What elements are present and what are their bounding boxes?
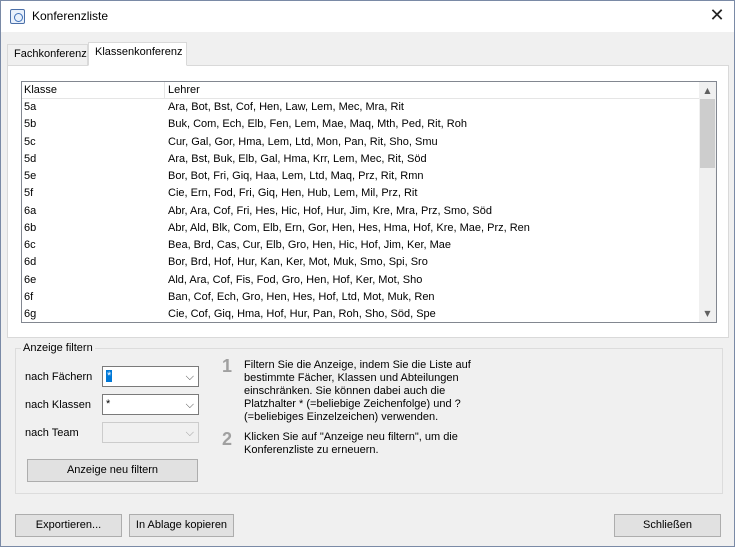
cell-lehrer: Bea, Brd, Cas, Cur, Elb, Gro, Hen, Hic, … [168, 239, 452, 251]
cell-lehrer: Cie, Ern, Fod, Fri, Giq, Hen, Hub, Lem, … [168, 187, 418, 200]
cell-lehrer: Buk, Com, Ech, Elb, Fen, Lem, Mae, Maq, … [168, 118, 467, 131]
window-title: Konferenzliste [32, 9, 109, 23]
cell-lehrer: Bor, Bot, Fri, Giq, Haa, Lem, Ltd, Maq, … [168, 170, 424, 182]
cell-lehrer: Ara, Bot, Bst, Cof, Hen, Law, Lem, Mec, … [168, 101, 404, 113]
klassen-value: * [106, 398, 111, 410]
table-row[interactable]: 6c Bea, Brd, Cas, Cur, Elb, Gro, Hen, Hic… [22, 237, 700, 254]
table-row[interactable]: 6b Abr, Ald, Blk, Com, Elb, Ern, Gor, Hen… [22, 220, 700, 237]
list-header: Klasse Lehrer [22, 82, 700, 99]
cell-lehrer: Abr, Ald, Blk, Com, Elb, Ern, Gor, Hen, … [168, 221, 530, 234]
cell-klasse: 6c [24, 239, 36, 251]
exportieren-button[interactable]: Exportieren... [15, 514, 122, 537]
table-row[interactable]: 5d Ara, Bst, Buk, Elb, Gal, Hma, Krr, Lem… [22, 151, 700, 168]
cell-klasse: 5d [24, 152, 37, 165]
table-row[interactable]: 6e Ald, Ara, Cof, Fis, Fod, Gro, Hen, Hof… [22, 272, 700, 289]
chevron-down-icon: ⌵ [185, 398, 194, 411]
scroll-up-icon[interactable]: ▲ [699, 82, 716, 99]
step-1-number: 1 [222, 356, 233, 376]
cell-lehrer: Cie, Cof, Giq, Hma, Hof, Hur, Pan, Roh, … [168, 308, 436, 320]
table-row[interactable]: 6d Bor, Brd, Hof, Hur, Kan, Ker, Mot, Muk… [22, 254, 700, 271]
close-icon[interactable]: ✕ [700, 1, 734, 32]
cell-klasse: 6b [24, 221, 37, 234]
title-bar: Konferenzliste ✕ [1, 1, 734, 32]
cell-klasse: 5e [24, 170, 37, 182]
cell-klasse: 5a [24, 101, 37, 113]
cell-klasse: 6a [24, 204, 37, 217]
cell-klasse: 5b [24, 118, 37, 131]
step-2-text: Klicken Sie auf "Anzeige neu filtern", u… [244, 431, 458, 456]
table-row[interactable]: 5c Cur, Gal, Gor, Hma, Lem, Ltd, Mon, Pan… [22, 134, 700, 151]
column-header-klasse[interactable]: Klasse [22, 82, 165, 99]
chevron-down-icon: ⌵ [185, 370, 194, 383]
app-icon [10, 9, 25, 24]
schliessen-button[interactable]: Schließen [614, 514, 721, 537]
tab-klassenkonferenz[interactable]: Klassenkonferenz [88, 42, 187, 66]
konferenzliste-window: Konferenzliste ✕ Fachkonferenz Klassenko… [0, 0, 735, 547]
klassen-combo[interactable]: * ⌵ [102, 394, 199, 415]
tab-fachkonferenz[interactable]: Fachkonferenz [7, 44, 88, 65]
cell-lehrer: Abr, Ara, Cof, Fri, Hes, Hic, Hof, Hur, … [168, 204, 492, 217]
table-row[interactable]: 6g Cie, Cof, Giq, Hma, Hof, Hur, Pan, Roh… [22, 306, 700, 322]
scroll-down-icon[interactable]: ▼ [699, 305, 716, 322]
column-header-lehrer[interactable]: Lehrer [165, 82, 700, 99]
step-2-number: 2 [222, 429, 233, 449]
cell-lehrer: Ald, Ara, Cof, Fis, Fod, Gro, Hen, Hof, … [168, 273, 423, 286]
cell-lehrer: Bor, Brd, Hof, Hur, Kan, Ker, Mot, Muk, … [168, 256, 428, 269]
cell-lehrer: Ara, Bst, Buk, Elb, Gal, Hma, Krr, Lem, … [168, 152, 427, 165]
table-row[interactable]: 6f Ban, Cof, Ech, Gro, Hen, Hes, Hof, Ltd… [22, 289, 700, 306]
chevron-down-icon: ⌵ [185, 426, 194, 439]
in-ablage-kopieren-button[interactable]: In Ablage kopieren [129, 514, 234, 537]
cell-klasse: 6g [24, 308, 37, 320]
konferenz-list[interactable]: Klasse Lehrer 5a Ara, Bot, Bst, Cof, Hen,… [21, 81, 717, 323]
filter-group-title: Anzeige filtern [21, 342, 95, 354]
faecher-combo[interactable]: * ⌵ [102, 366, 199, 387]
step-1-text: Filtern Sie die Anzeige, indem Sie die L… [244, 359, 471, 423]
faecher-value: * [106, 370, 113, 382]
cell-klasse: 6d [24, 256, 37, 269]
table-row[interactable]: 5e Bor, Bot, Fri, Giq, Haa, Lem, Ltd, Maq… [22, 168, 700, 185]
cell-klasse: 6e [24, 273, 37, 286]
cell-klasse: 5f [24, 187, 34, 200]
vertical-scrollbar[interactable]: ▲ ▼ [699, 82, 716, 322]
table-row[interactable]: 5f Cie, Ern, Fod, Fri, Giq, Hen, Hub, Lem… [22, 185, 700, 202]
faecher-label: nach Fächern [25, 371, 93, 383]
cell-klasse: 6f [24, 290, 34, 303]
klassen-label: nach Klassen [25, 399, 92, 411]
scroll-thumb[interactable] [700, 99, 715, 168]
team-label: nach Team [25, 427, 79, 439]
cell-lehrer: Ban, Cof, Ech, Gro, Hen, Hes, Hof, Ltd, … [168, 290, 435, 303]
list-rows: 5a Ara, Bot, Bst, Cof, Hen, Law, Lem, Mec… [22, 99, 700, 322]
table-row[interactable]: 5b Buk, Com, Ech, Elb, Fen, Lem, Mae, Maq… [22, 116, 700, 133]
cell-klasse: 5c [24, 135, 36, 148]
anzeige-neu-filtern-button[interactable]: Anzeige neu filtern [27, 459, 198, 482]
cell-lehrer: Cur, Gal, Gor, Hma, Lem, Ltd, Mon, Pan, … [168, 135, 438, 148]
table-row[interactable]: 6a Abr, Ara, Cof, Fri, Hes, Hic, Hof, Hur… [22, 203, 700, 220]
team-combo: ⌵ [102, 422, 199, 443]
table-row[interactable]: 5a Ara, Bot, Bst, Cof, Hen, Law, Lem, Mec… [22, 99, 700, 116]
